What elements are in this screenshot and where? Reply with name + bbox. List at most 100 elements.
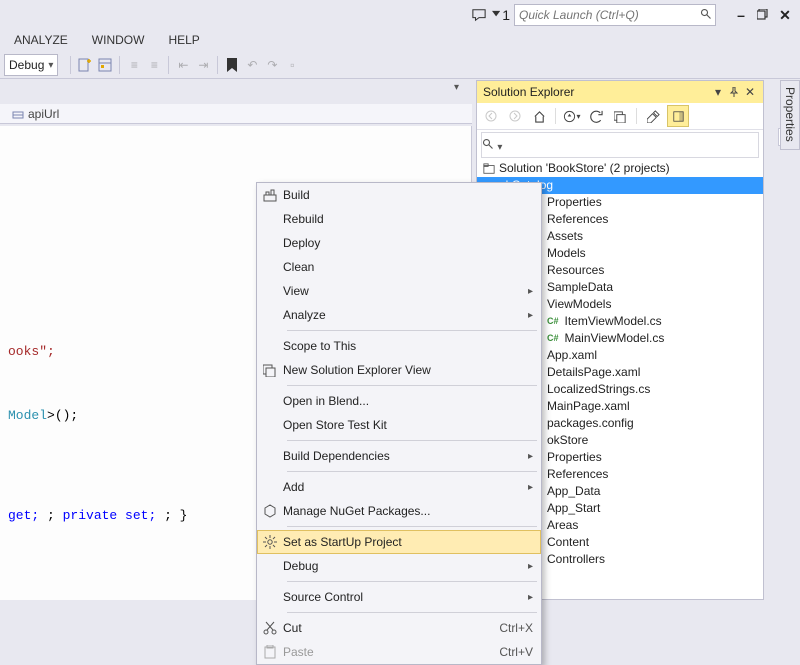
increase-indent-icon[interactable]: ⇥ <box>193 55 213 75</box>
menuitem-deploy[interactable]: Deploy <box>257 231 541 255</box>
solution-root[interactable]: Solution 'BookStore' (2 projects) <box>477 160 763 177</box>
toolbar-separator <box>555 108 556 124</box>
member-name: apiUrl <box>28 107 59 121</box>
tree-item-label: Controllers <box>547 551 605 568</box>
search-icon[interactable] <box>482 139 497 153</box>
feedback-icon[interactable] <box>470 6 488 24</box>
menuitem-debug[interactable]: Debug ▸ <box>257 554 541 578</box>
active-files-dropdown[interactable]: ▾ <box>454 82 459 93</box>
standard-toolbar: Debug ▾ ≡ ≡ ⇤ ⇥ ↶ ↷ ▫ <box>0 52 800 79</box>
back-icon[interactable] <box>481 106 501 126</box>
clear-bookmarks-icon[interactable]: ▫ <box>282 55 302 75</box>
menuitem-analyze[interactable]: Analyze ▸ <box>257 303 541 327</box>
menu-separator <box>287 581 537 582</box>
restore-button[interactable] <box>754 6 772 24</box>
menuitem-label: Open in Blend... <box>283 394 533 408</box>
menu-analyze[interactable]: ANALYZE <box>4 33 78 47</box>
decrease-indent-icon[interactable]: ⇤ <box>173 55 193 75</box>
project-context-menu: Build Rebuild Deploy Clean View ▸ Analyz… <box>256 182 542 665</box>
menuitem-label: Build <box>283 188 533 202</box>
menuitem-scope[interactable]: Scope to This <box>257 334 541 358</box>
menuitem-label: Manage NuGet Packages... <box>283 504 533 518</box>
menuitem-nuget[interactable]: Manage NuGet Packages... <box>257 499 541 523</box>
pin-icon[interactable] <box>727 85 741 99</box>
menuitem-label: Set as StartUp Project <box>283 535 533 549</box>
menuitem-add[interactable]: Add ▸ <box>257 475 541 499</box>
close-button[interactable]: ✕ <box>776 6 794 24</box>
menuitem-view[interactable]: View ▸ <box>257 279 541 303</box>
new-item-icon[interactable] <box>75 55 95 75</box>
chevron-down-icon[interactable]: ▾ <box>497 142 502 153</box>
prev-bookmark-icon[interactable]: ↶ <box>242 55 262 75</box>
editor-tab-strip <box>0 80 472 105</box>
toolbar-separator <box>217 56 218 74</box>
member-combo[interactable]: apiUrl <box>12 107 59 121</box>
properties-tab[interactable]: Properties <box>780 80 800 150</box>
solution-config-combo[interactable]: Debug ▾ <box>4 54 58 76</box>
code-keyword: set; <box>125 508 164 523</box>
sync-active-doc-icon[interactable]: ▾ <box>562 106 582 126</box>
menuitem-new-explorer-view[interactable]: New Solution Explorer View <box>257 358 541 382</box>
comment-icon[interactable]: ≡ <box>124 55 144 75</box>
quick-launch[interactable] <box>514 4 716 26</box>
menuitem-source-control[interactable]: Source Control ▸ <box>257 585 541 609</box>
tree-item-label: SampleData <box>547 279 613 296</box>
menu-help[interactable]: HELP <box>158 33 209 47</box>
menuitem-rebuild[interactable]: Rebuild <box>257 207 541 231</box>
menu-window[interactable]: WINDOW <box>82 33 155 47</box>
home-icon[interactable] <box>529 106 549 126</box>
menuitem-build-deps[interactable]: Build Dependencies ▸ <box>257 444 541 468</box>
bookmark-icon[interactable] <box>222 55 242 75</box>
toolbar-separator <box>119 56 120 74</box>
menuitem-label: Open Store Test Kit <box>283 418 533 432</box>
gear-icon <box>257 535 283 549</box>
code-keyword: get; <box>8 508 47 523</box>
menuitem-clean[interactable]: Clean <box>257 255 541 279</box>
menuitem-cut[interactable]: Cut Ctrl+X <box>257 616 541 640</box>
solution-config-value: Debug <box>9 58 44 72</box>
toolbar-separator <box>70 56 71 74</box>
menuitem-label: Add <box>283 480 524 494</box>
properties-icon[interactable] <box>643 106 663 126</box>
tree-item-label: LocalizedStrings.cs <box>547 381 650 398</box>
tree-item-label: Resources <box>547 262 604 279</box>
collapse-all-icon[interactable] <box>610 106 630 126</box>
menuitem-label: Build Dependencies <box>283 449 524 463</box>
uncomment-icon[interactable]: ≡ <box>144 55 164 75</box>
menu-separator <box>287 440 537 441</box>
minimize-button[interactable]: – <box>732 6 750 24</box>
tree-item-label: Content <box>547 534 589 551</box>
csharp-icon: C# <box>547 313 559 330</box>
toolbar-separator <box>168 56 169 74</box>
notifications-icon[interactable]: 1 <box>492 6 510 24</box>
properties-window-icon[interactable] <box>95 55 115 75</box>
window-position-icon[interactable]: ▾ <box>711 85 725 99</box>
code-text: (); <box>55 408 78 423</box>
submenu-arrow-icon: ▸ <box>528 482 533 493</box>
tree-item-label: References <box>547 466 608 483</box>
solution-search-input[interactable]: ▾ <box>482 138 502 153</box>
menuitem-open-blend[interactable]: Open in Blend... <box>257 389 541 413</box>
menuitem-build[interactable]: Build <box>257 183 541 207</box>
menuitem-paste: Paste Ctrl+V <box>257 640 541 664</box>
build-icon <box>257 188 283 202</box>
menuitem-open-test-kit[interactable]: Open Store Test Kit <box>257 413 541 437</box>
close-icon[interactable]: ✕ <box>743 85 757 99</box>
csharp-icon: C# <box>547 330 559 347</box>
toolbar-separator <box>636 108 637 124</box>
menuitem-set-startup[interactable]: Set as StartUp Project <box>257 530 541 554</box>
preview-selected-icon[interactable] <box>667 105 689 127</box>
menuitem-label: Cut <box>283 621 499 635</box>
submenu-arrow-icon: ▸ <box>528 561 533 572</box>
forward-icon[interactable] <box>505 106 525 126</box>
paste-icon <box>257 645 283 659</box>
tree-item-label: Properties <box>547 194 602 211</box>
solution-explorer-search[interactable]: ▾ <box>481 132 759 158</box>
submenu-arrow-icon: ▸ <box>528 286 533 297</box>
search-icon[interactable] <box>697 8 715 23</box>
solution-icon <box>483 163 495 175</box>
quick-launch-input[interactable] <box>515 6 697 24</box>
next-bookmark-icon[interactable]: ↷ <box>262 55 282 75</box>
refresh-icon[interactable] <box>586 106 606 126</box>
tree-item-label: ItemViewModel.cs <box>565 313 662 330</box>
